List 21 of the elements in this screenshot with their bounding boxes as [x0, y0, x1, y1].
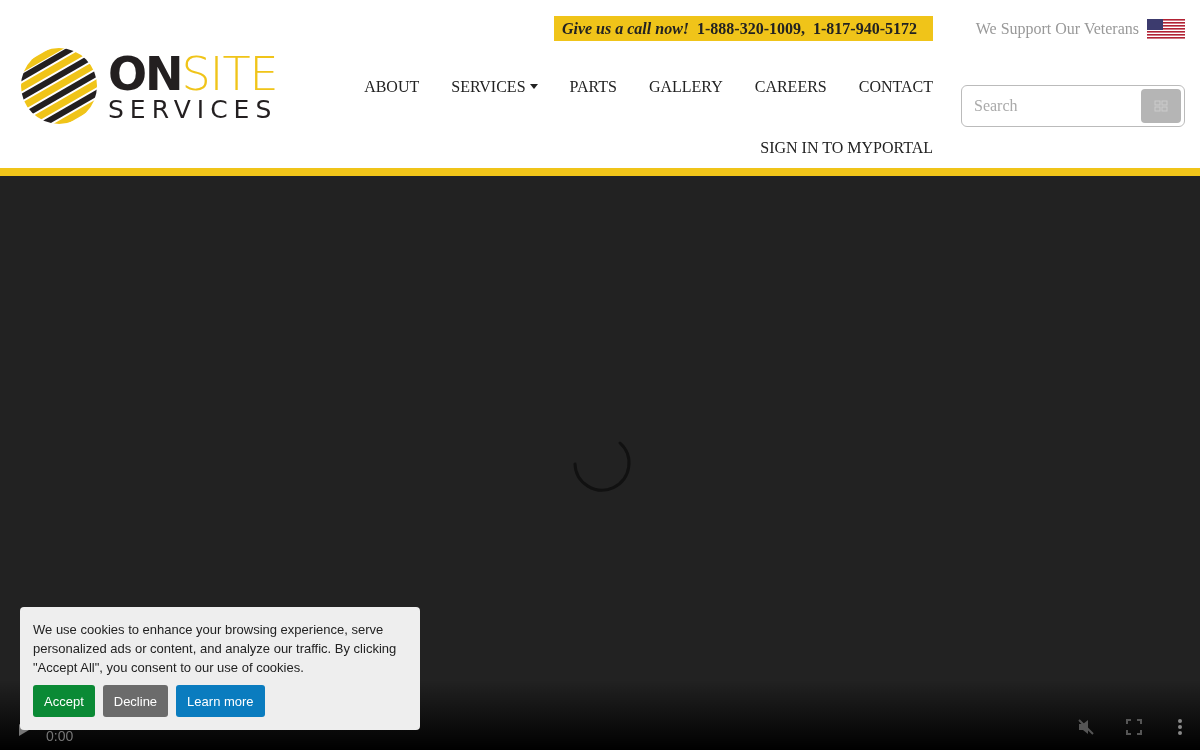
nav-link[interactable]: PARTS — [569, 75, 617, 99]
globe-logo-icon — [20, 47, 98, 125]
nav-link[interactable]: GALLERY — [648, 75, 723, 99]
nav-link[interactable]: CONTACT — [858, 75, 933, 99]
flag-icon — [1147, 18, 1185, 40]
muted-speaker-icon[interactable] — [1076, 717, 1096, 737]
nav-link[interactable]: CAREERS — [754, 75, 827, 99]
decline-button[interactable]: Decline — [102, 685, 169, 717]
fullscreen-icon[interactable] — [1124, 717, 1144, 737]
cookie-message: We use cookies to enhance your browsing experience, serve personalized ads or content, and analyze our traffic. By clicking "Accept All", you consent to our use of cookies. — [33, 621, 398, 677]
nav-link[interactable]: ABOUT — [364, 75, 420, 99]
veterans-text: We Support Our Veterans — [975, 19, 1139, 40]
phone-number: 1-888-320-1009, — [697, 18, 805, 39]
info-button[interactable]: Learn more — [176, 685, 265, 717]
nav-dropdown[interactable]: SERVICES — [451, 75, 538, 99]
phone-number: 1-817-940-5172 — [813, 18, 917, 39]
portal-link[interactable]: SIGN IN TO MYPORTAL — [760, 136, 933, 160]
call-prompt: Give us a call now! — [561, 18, 690, 39]
more-icon[interactable] — [1176, 717, 1184, 737]
accept-button[interactable]: Accept — [33, 685, 95, 717]
video-time: 0:00 — [46, 727, 74, 746]
